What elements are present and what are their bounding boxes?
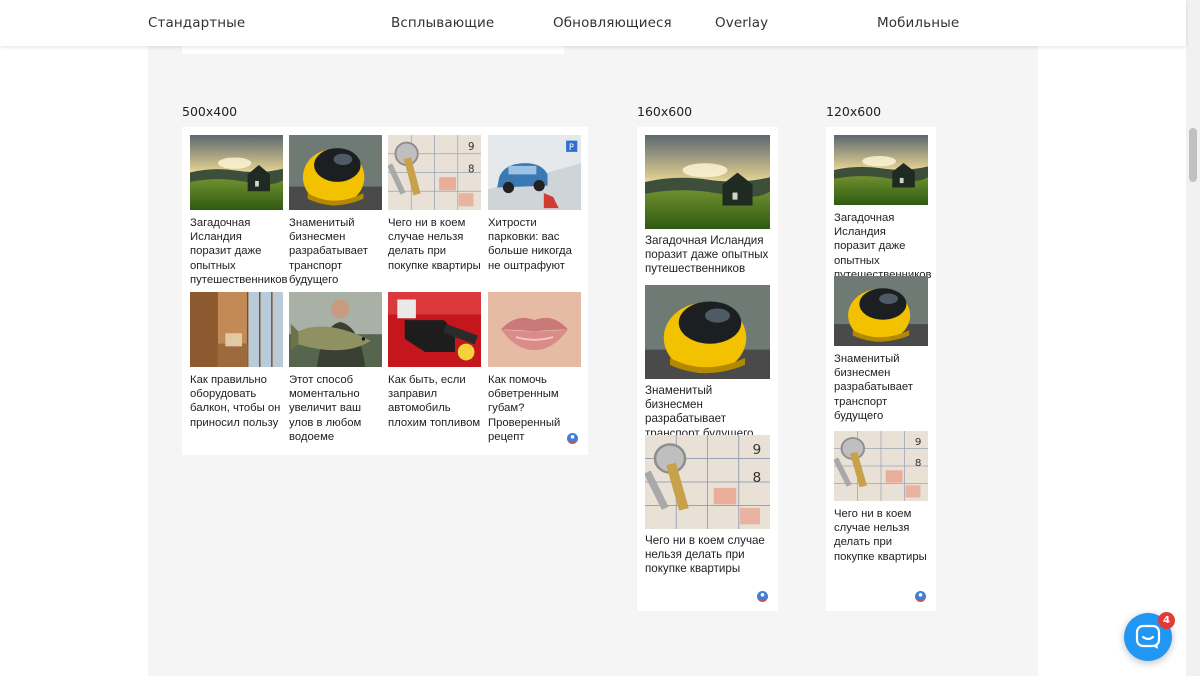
top-navigation: Стандартные Всплывающие Обновляющиеся Ov… xyxy=(0,0,1186,46)
teaser-image xyxy=(645,435,770,529)
teaser-image xyxy=(190,292,283,367)
nav-item-mobile[interactable]: Мобильные xyxy=(877,15,959,31)
teaser-item[interactable]: Загадочная Исландия поразит даже опытных… xyxy=(190,135,288,287)
teaser-item[interactable]: Загадочная Исландия поразит даже опытных… xyxy=(645,135,770,277)
teaser-item[interactable]: Как помочь обветренным губам? Проверенны… xyxy=(488,292,581,444)
teaser-image xyxy=(645,135,770,229)
teaser-item[interactable]: Знаменитый бизнесмен разрабатывает транс… xyxy=(645,285,770,441)
teaser-item[interactable]: Знаменитый бизнесмен разрабатывает транс… xyxy=(289,135,382,287)
widget-160x600: Загадочная Исландия поразит даже опытных… xyxy=(637,127,778,611)
teaser-image xyxy=(488,135,581,210)
teaser-item[interactable]: Чего ни в коем случае нельзя делать при … xyxy=(388,135,481,273)
teaser-image xyxy=(834,135,928,205)
size-label-500x400: 500x400 xyxy=(182,104,238,119)
teaser-image xyxy=(388,135,481,210)
nav-item-updating[interactable]: Обновляющиеся xyxy=(553,15,672,31)
teaser-caption: Чего ни в коем случае нельзя делать при … xyxy=(834,508,927,563)
teaser-caption: Как помочь обветренным губам? Проверенны… xyxy=(488,374,561,443)
teaser-image xyxy=(289,135,382,210)
widget-logo-icon[interactable] xyxy=(915,591,926,602)
teaser-image xyxy=(645,285,770,379)
teaser-image xyxy=(289,292,382,367)
teaser-caption: Знаменитый бизнесмен разрабатывает транс… xyxy=(834,353,913,422)
teaser-caption: Этот способ моментально увеличит ваш уло… xyxy=(289,374,362,443)
teaser-caption: Знаменитый бизнесмен разрабатывает транс… xyxy=(289,217,368,286)
widget-logo-icon[interactable] xyxy=(757,591,768,602)
teaser-item[interactable]: Как правильно оборудовать балкон, чтобы … xyxy=(190,292,283,430)
widget-120x600: Загадочная Исландия поразит даже опытных… xyxy=(826,127,936,611)
previous-widget-edge xyxy=(182,46,564,54)
teaser-item[interactable]: Хитрости парковки: вас больше никогда не… xyxy=(488,135,581,273)
nav-item-popup[interactable]: Всплывающие xyxy=(391,15,494,31)
teaser-caption: Загадочная Исландия поразит даже опытных… xyxy=(834,212,932,281)
teaser-item[interactable]: Знаменитый бизнесмен разрабатывает транс… xyxy=(834,276,928,423)
teaser-caption: Чего ни в коем случае нельзя делать при … xyxy=(388,217,481,272)
nav-item-overlay[interactable]: Overlay xyxy=(715,15,768,31)
teaser-image xyxy=(834,431,928,501)
teaser-caption: Загадочная Исландия поразит даже опытных… xyxy=(190,217,288,286)
teaser-item[interactable]: Как быть, если заправил автомобиль плохи… xyxy=(388,292,481,430)
teaser-image xyxy=(388,292,481,367)
chat-bubble-icon xyxy=(1135,624,1161,649)
teaser-image xyxy=(488,292,581,367)
teaser-item[interactable]: Загадочная Исландия поразит даже опытных… xyxy=(834,135,932,282)
page-scrollbar[interactable] xyxy=(1186,0,1200,676)
teaser-image xyxy=(190,135,283,210)
widget-logo-icon[interactable] xyxy=(567,433,578,444)
teaser-item[interactable]: Чего ни в коем случае нельзя делать при … xyxy=(645,435,770,577)
teaser-caption: Как правильно оборудовать балкон, чтобы … xyxy=(190,374,281,429)
teaser-caption: Чего ни в коем случае нельзя делать при … xyxy=(645,534,765,576)
chat-unread-badge: 4 xyxy=(1158,612,1175,629)
teaser-image xyxy=(834,276,928,346)
teaser-caption: Как быть, если заправил автомобиль плохи… xyxy=(388,374,481,429)
nav-item-standard[interactable]: Стандартные xyxy=(148,15,245,31)
size-label-160x600: 160x600 xyxy=(637,104,693,119)
teaser-item[interactable]: Этот способ моментально увеличит ваш уло… xyxy=(289,292,382,444)
scrollbar-thumb[interactable] xyxy=(1189,128,1197,182)
teaser-caption: Загадочная Исландия поразит даже опытных… xyxy=(645,234,769,276)
widget-500x400: Загадочная Исландия поразит даже опытных… xyxy=(182,127,588,455)
size-label-120x600: 120x600 xyxy=(826,104,882,119)
teaser-item[interactable]: Чего ни в коем случае нельзя делать при … xyxy=(834,431,928,564)
teaser-caption: Знаменитый бизнесмен разрабатывает транс… xyxy=(645,384,754,440)
teaser-caption: Хитрости парковки: вас больше никогда не… xyxy=(488,217,572,272)
